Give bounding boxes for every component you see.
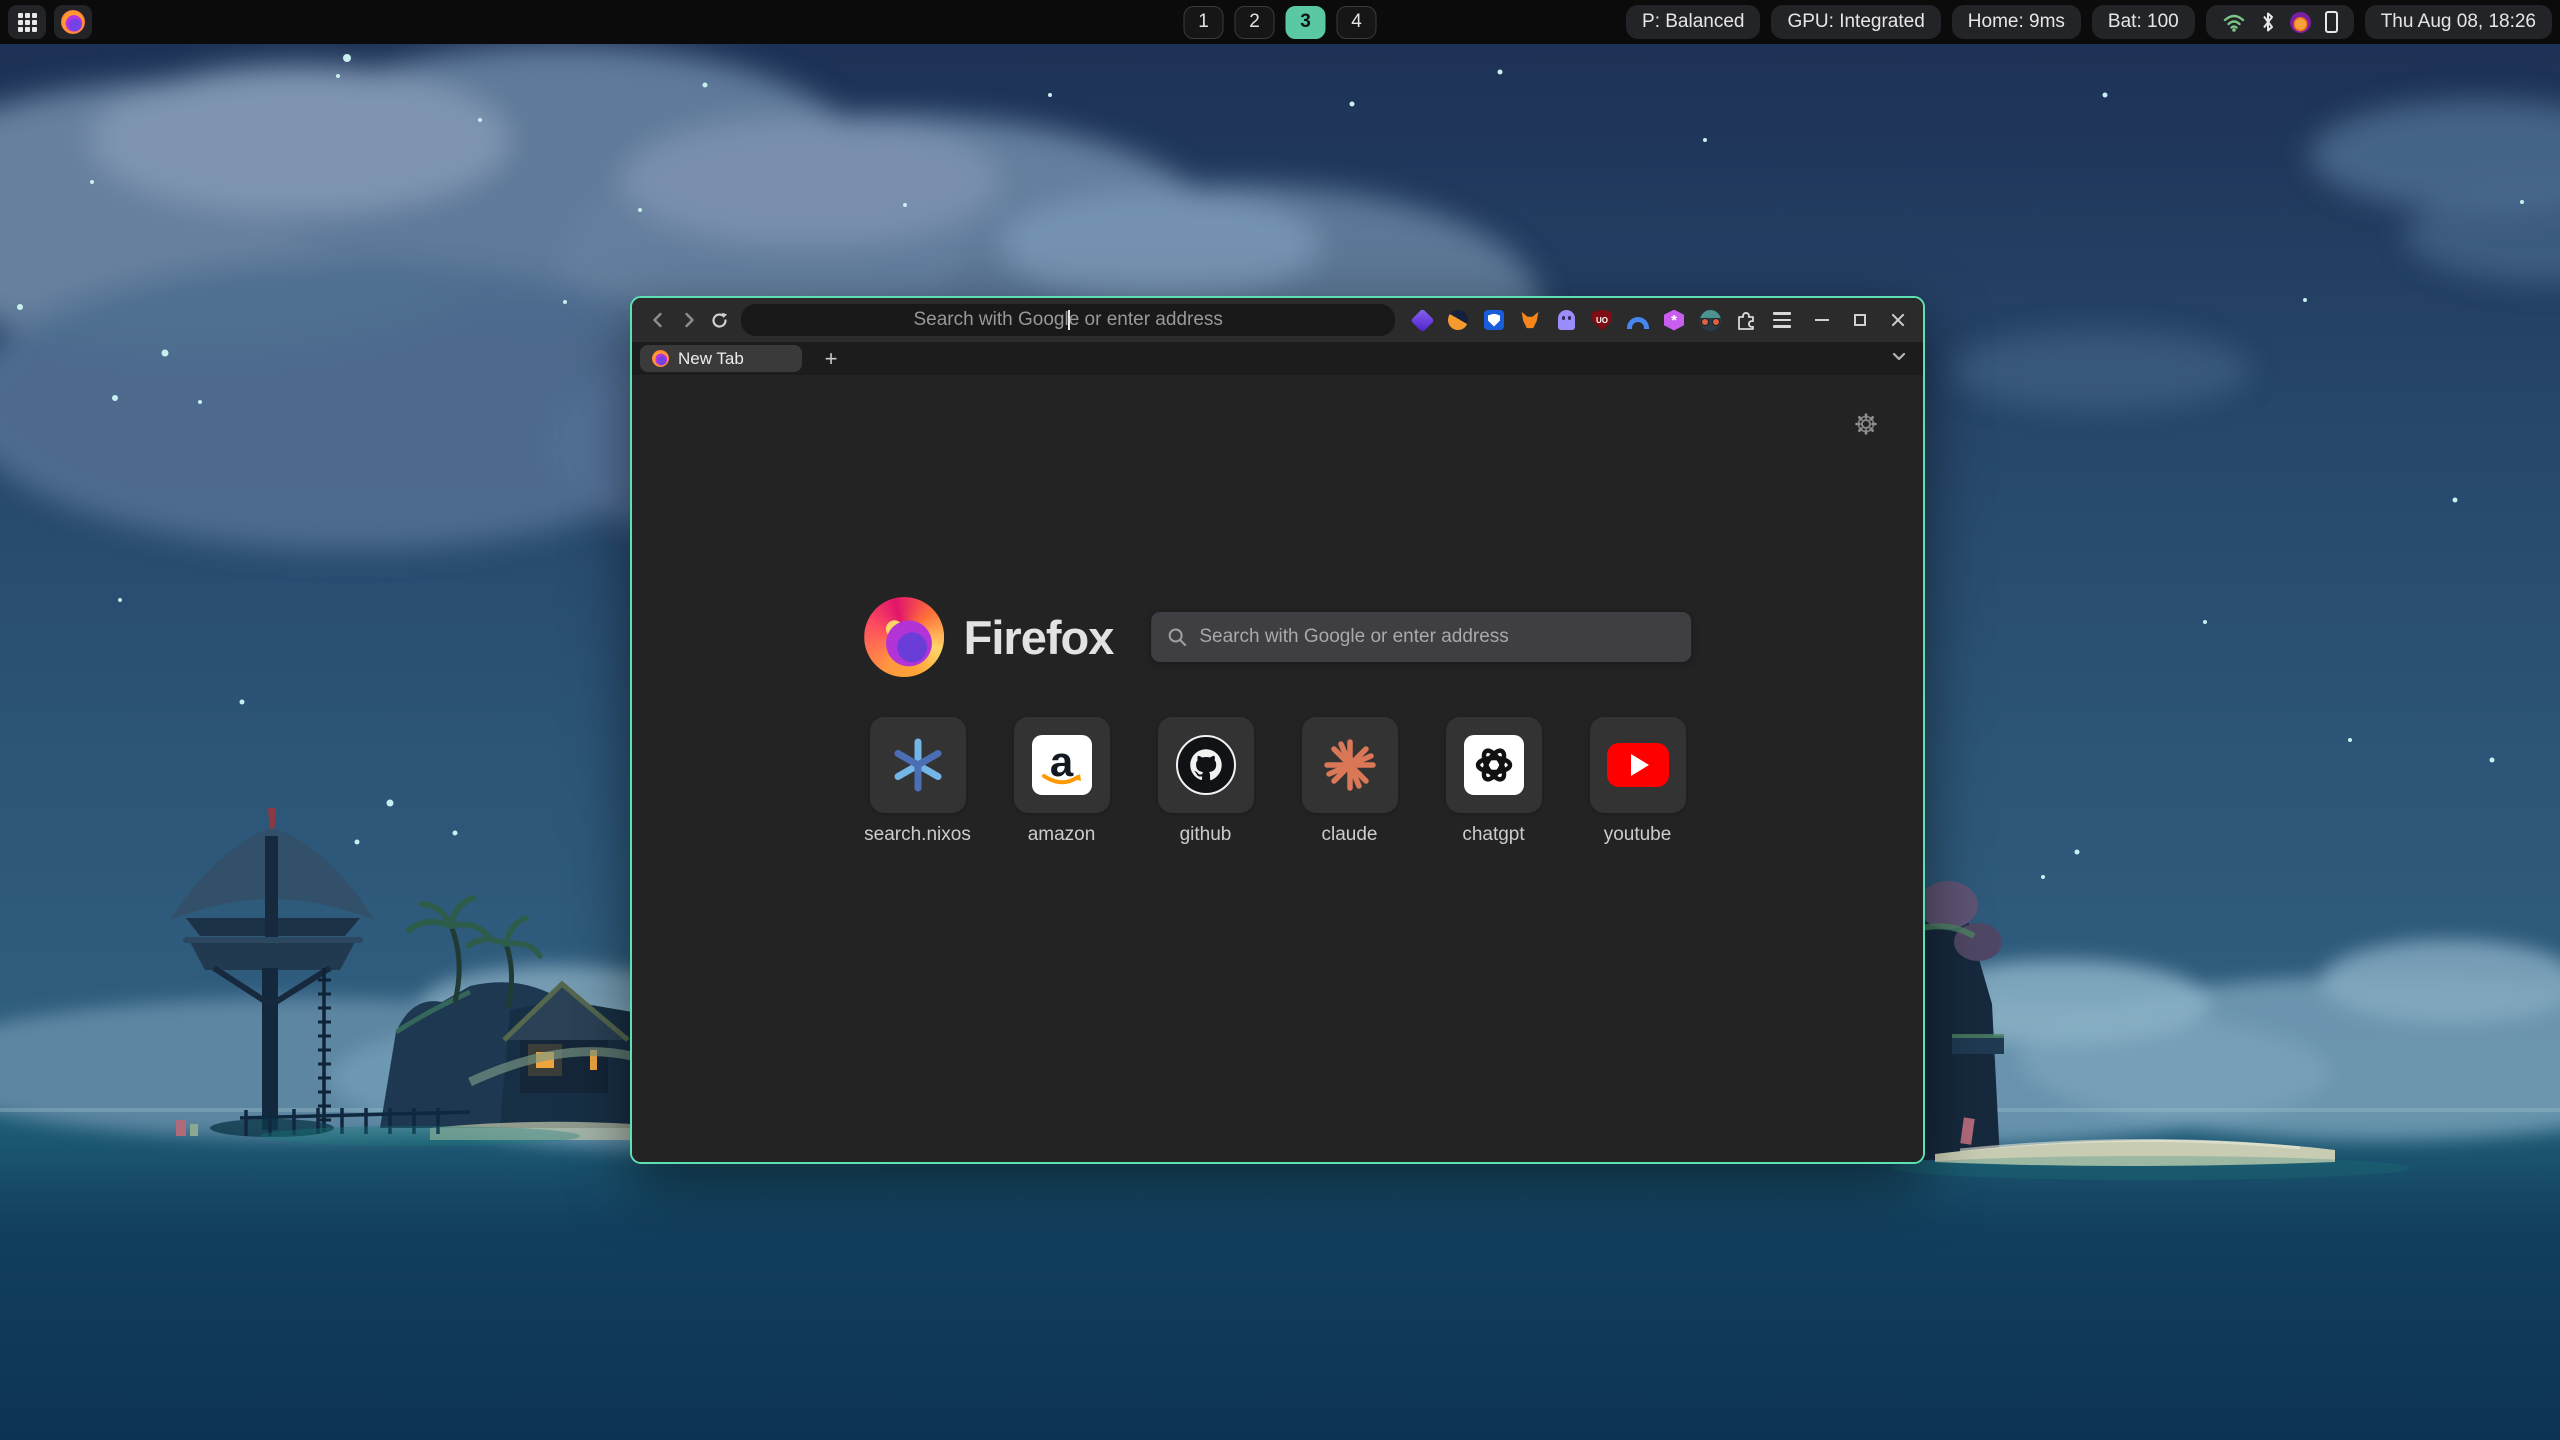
firefox-window: Search with Google or enter address UO *: [630, 296, 1925, 1164]
nixos-snowflake-icon: [889, 736, 947, 794]
extensions-puzzle-icon[interactable]: [1735, 309, 1757, 331]
shortcut-label: amazon: [1028, 824, 1096, 846]
tab-bar: New Tab +: [632, 342, 1923, 375]
new-tab-page: Firefox Search with Google or enter addr…: [632, 375, 1923, 1162]
shortcut-tiles: search.nixos a amazon: [854, 717, 1702, 846]
tab-new-tab[interactable]: New Tab: [640, 345, 802, 372]
github-octocat-icon: [1176, 735, 1236, 795]
search-icon: [1167, 627, 1187, 647]
wifi-icon[interactable]: [2222, 11, 2246, 33]
shortcut-label: chatgpt: [1462, 824, 1524, 846]
open-new-tab-button[interactable]: +: [816, 345, 846, 372]
menu-hamburger-icon[interactable]: [1771, 309, 1793, 331]
workspace-button-3-active[interactable]: 3: [1286, 6, 1326, 39]
workspace-switcher: 1 2 3 4: [1184, 6, 1377, 39]
url-bar[interactable]: Search with Google or enter address: [741, 304, 1395, 336]
newtab-hero: Firefox Search with Google or enter addr…: [864, 597, 1692, 677]
maximize-button[interactable]: [1845, 305, 1875, 335]
workspace-button-1[interactable]: 1: [1184, 6, 1224, 39]
text-caret: [1068, 310, 1070, 330]
back-button[interactable]: [642, 304, 673, 336]
shortcut-search-nixos[interactable]: search.nixos: [854, 717, 982, 846]
tab-label: New Tab: [678, 349, 744, 369]
battery-pill: Bat: 100: [2092, 5, 2195, 39]
bluetooth-icon[interactable]: [2260, 10, 2276, 34]
app-grid-icon: [18, 13, 37, 32]
shortcut-claude[interactable]: claude: [1286, 717, 1414, 846]
phone-icon[interactable]: [2325, 11, 2338, 33]
vpn-flame-icon[interactable]: [2290, 12, 2311, 33]
amazon-icon: a: [1032, 735, 1092, 795]
power-profile-pill: P: Balanced: [1626, 5, 1760, 39]
shortcut-youtube[interactable]: youtube: [1574, 717, 1702, 846]
extension-nordvpn-arc-icon[interactable]: [1627, 309, 1649, 331]
firefox-logo-icon: [864, 597, 944, 677]
shortcut-amazon[interactable]: a amazon: [998, 717, 1126, 846]
claude-starburst-icon: [1322, 737, 1378, 793]
window-controls: [1807, 305, 1913, 335]
workspace-button-4[interactable]: 4: [1337, 6, 1377, 39]
personalize-gear-icon[interactable]: [1853, 411, 1879, 442]
ping-pill: Home: 9ms: [1952, 5, 2081, 39]
extension-spy-agent-icon[interactable]: [1699, 309, 1721, 331]
reload-button[interactable]: [704, 304, 735, 336]
clock: Thu Aug 08, 18:26: [2365, 5, 2552, 39]
firefox-launcher-button[interactable]: [54, 5, 92, 39]
minimize-button[interactable]: [1807, 305, 1837, 335]
desktop: 1 2 3 4 P: Balanced GPU: Integrated Home…: [0, 0, 2560, 1440]
chatgpt-knot-icon: [1464, 735, 1524, 795]
close-button[interactable]: [1883, 305, 1913, 335]
firefox-wordmark: Firefox: [964, 610, 1114, 665]
shortcut-label: github: [1180, 824, 1232, 846]
extension-dark-reader-icon[interactable]: [1447, 309, 1469, 331]
system-tray: [2206, 5, 2354, 39]
app-launcher-button[interactable]: [8, 5, 46, 39]
youtube-play-icon: [1607, 743, 1669, 787]
firefox-icon: [61, 10, 85, 34]
extension-ublock-origin-icon[interactable]: UO: [1591, 309, 1613, 331]
newtab-search-input[interactable]: Search with Google or enter address: [1151, 612, 1691, 662]
extension-purple-diamond-icon[interactable]: [1411, 309, 1433, 331]
shortcut-label: claude: [1322, 824, 1378, 846]
gpu-pill: GPU: Integrated: [1771, 5, 1940, 39]
extension-hex-asterisk-icon[interactable]: *: [1663, 309, 1685, 331]
shortcut-label: youtube: [1604, 824, 1672, 846]
newtab-search-placeholder: Search with Google or enter address: [1199, 626, 1508, 648]
list-all-tabs-button[interactable]: [1889, 346, 1909, 371]
navigation-toolbar: Search with Google or enter address UO *: [632, 298, 1923, 342]
tab-favicon-firefox-icon: [652, 350, 669, 367]
shortcut-label: search.nixos: [864, 824, 971, 846]
forward-button[interactable]: [673, 304, 704, 336]
status-bar: 1 2 3 4 P: Balanced GPU: Integrated Home…: [0, 0, 2560, 44]
workspace-button-2[interactable]: 2: [1235, 6, 1275, 39]
shortcut-chatgpt[interactable]: chatgpt: [1430, 717, 1558, 846]
extension-metamask-fox-icon[interactable]: [1519, 309, 1541, 331]
status-bar-right: P: Balanced GPU: Integrated Home: 9ms Ba…: [1626, 5, 2552, 39]
extension-bitwarden-icon[interactable]: [1483, 309, 1505, 331]
shortcut-github[interactable]: github: [1142, 717, 1270, 846]
extension-toolbar: UO *: [1411, 309, 1793, 331]
extension-ghostery-ghost-icon[interactable]: [1555, 309, 1577, 331]
